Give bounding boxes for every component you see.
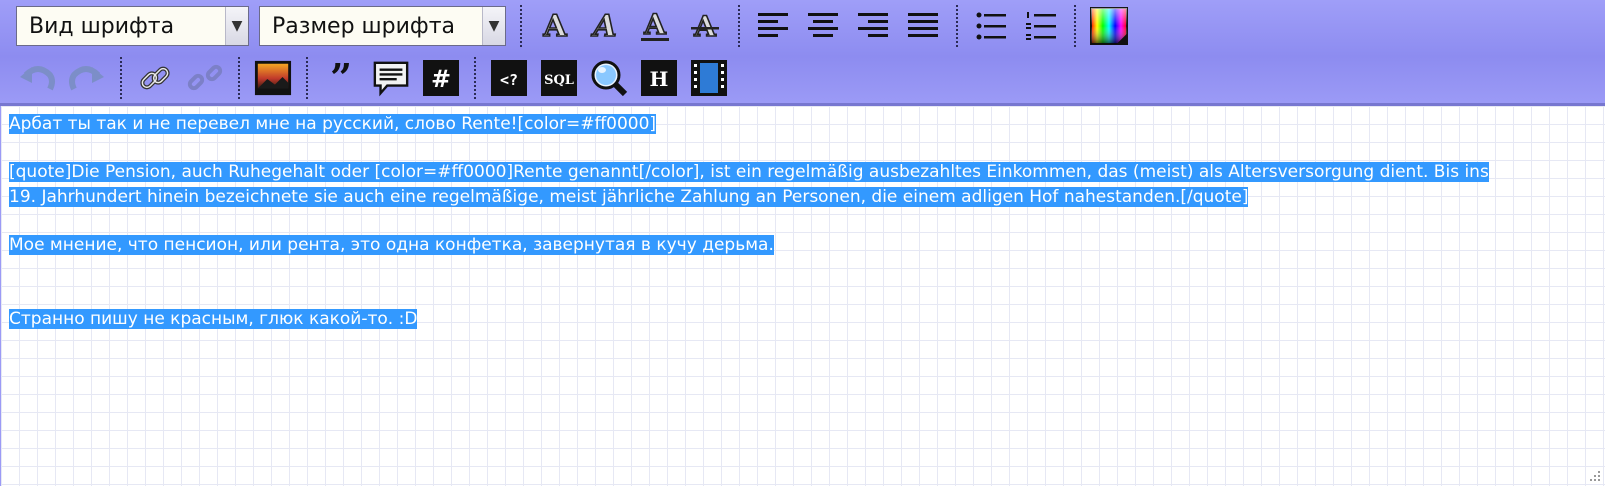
editor-toolbar: Вид шрифта ▼ Размер шрифта ▼ A A A A ” #… [0,0,1605,106]
bold-icon[interactable]: A [536,7,574,45]
toolbar-separator [520,5,522,47]
svg-text:SQL: SQL [544,73,574,88]
toolbar-row-insert: ” # <? SQL H [0,54,734,102]
undo-icon[interactable] [18,59,56,97]
chevron-down-icon[interactable]: ▼ [225,7,248,45]
link-icon[interactable] [136,59,174,97]
editor-line: Странно пишу не красным, глюк какой-то. … [9,309,418,329]
italic-icon[interactable]: A [586,7,624,45]
header-icon[interactable]: H [640,59,678,97]
comment-icon[interactable] [372,59,410,97]
resize-grip-icon[interactable] [1589,470,1601,482]
font-face-select[interactable]: Вид шрифта ▼ [16,6,249,46]
search-icon[interactable] [590,59,628,97]
video-icon[interactable] [690,59,728,97]
svg-text:<?: <? [500,71,518,89]
redo-icon[interactable] [68,59,106,97]
code-icon[interactable]: <? [490,59,528,97]
numbered-list-icon[interactable] [1022,7,1060,45]
svg-text:A: A [542,9,567,44]
align-center-icon[interactable] [804,7,842,45]
toolbar-separator [1074,5,1076,47]
toolbar-separator [306,57,308,99]
message-editor[interactable]: Арбат ты так и не перевел мне на русский… [0,106,1605,486]
image-icon[interactable] [254,59,292,97]
align-left-icon[interactable] [754,7,792,45]
font-size-select-value: Размер шрифта [272,13,456,39]
toolbar-separator [238,57,240,99]
toolbar-separator [474,57,476,99]
font-face-select-value: Вид шрифта [29,13,175,39]
svg-text:”: ” [330,61,352,95]
editor-line: Мое мнение, что пенсион, или рента, это … [9,235,774,255]
color-picker-icon[interactable] [1090,7,1128,45]
svg-text:H: H [650,67,669,91]
underline-icon[interactable]: A [636,7,674,45]
sql-icon[interactable]: SQL [540,59,578,97]
svg-text:A: A [590,9,616,44]
toolbar-row-formatting: Вид шрифта ▼ Размер шрифта ▼ A A A A [0,2,1134,50]
svg-text:#: # [431,65,451,93]
font-size-select[interactable]: Размер шрифта ▼ [259,6,506,46]
toolbar-separator [956,5,958,47]
quote-icon[interactable]: ” [322,59,360,97]
align-justify-icon[interactable] [904,7,942,45]
unlink-icon[interactable] [186,59,224,97]
toolbar-separator [120,57,122,99]
bullet-list-icon[interactable] [972,7,1010,45]
svg-text:A: A [643,8,667,41]
editor-line: 19. Jahrhundert hinein bezeichnete sie a… [9,187,1249,207]
editor-line: [quote]Die Pension, auch Ruhegehalt oder… [9,162,1489,182]
hash-icon[interactable]: # [422,59,460,97]
editor-line: Арбат ты так и не перевел мне на русский… [9,114,657,134]
align-right-icon[interactable] [854,7,892,45]
toolbar-separator [738,5,740,47]
chevron-down-icon[interactable]: ▼ [482,7,505,45]
svg-text:A: A [693,10,717,43]
strikethrough-icon[interactable]: A [686,7,724,45]
